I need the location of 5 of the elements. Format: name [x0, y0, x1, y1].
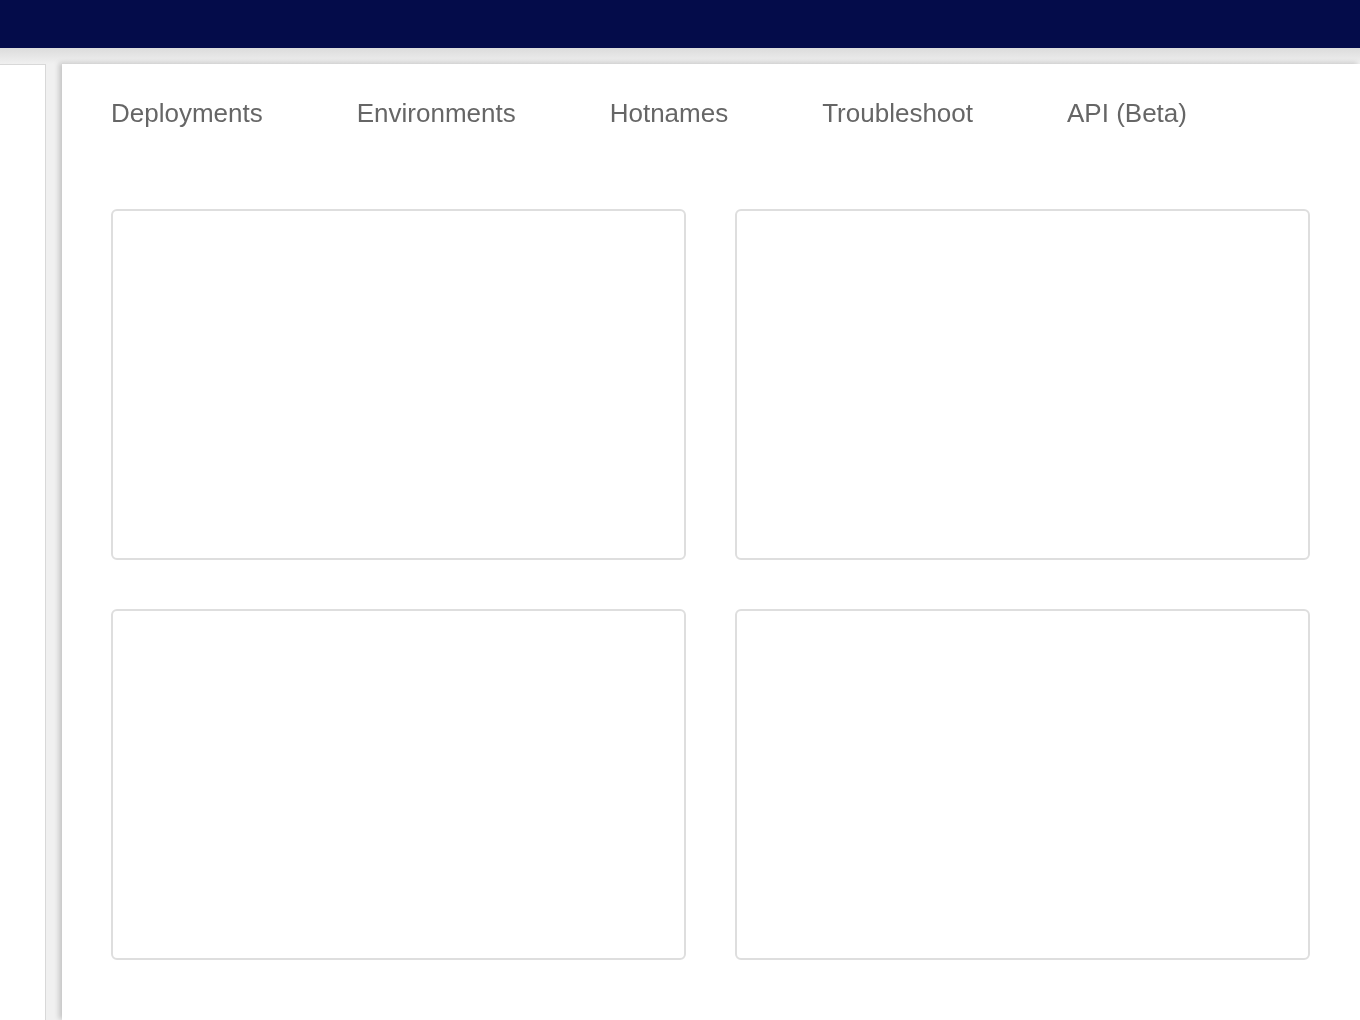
nav-tab[interactable]: Hotnames	[609, 97, 729, 129]
nav-tab[interactable]: Deployments	[111, 97, 263, 129]
nav-tab[interactable]: API (Beta)	[1067, 97, 1187, 129]
nav-tab[interactable]: Troubleshoot	[822, 97, 973, 129]
nav-tab[interactable]: Environments	[356, 97, 516, 129]
